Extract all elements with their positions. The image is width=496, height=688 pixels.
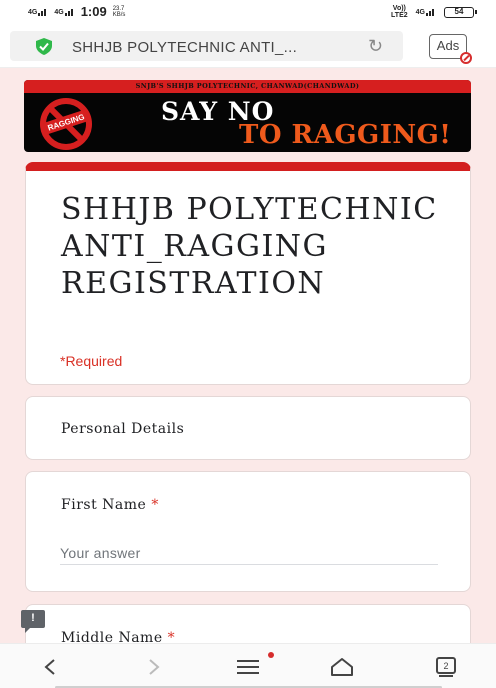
status-bar: 4G 4G 1:09 23.7 KB/s Vo)) LTE2 4G 54 [0, 0, 496, 26]
lte-label: LTE2 [391, 12, 408, 19]
secure-shield-icon [36, 38, 52, 55]
tabs-button[interactable]: 2 [431, 652, 461, 682]
browser-address-bar: SHHJB POLYTECHNIC ANTI_... ↻ Ads [0, 26, 496, 68]
forward-button[interactable] [139, 652, 169, 682]
status-right: Vo)) LTE2 4G 54 [391, 5, 477, 19]
network-speed: 23.7 KB/s [113, 6, 127, 18]
forward-arrow-icon [149, 659, 160, 675]
banner-headline-2: TO RAGGING! [239, 120, 452, 150]
back-button[interactable] [35, 652, 65, 682]
banner-college-name: SNJB'S SHHJB POLYTECHNIC, CHANWAD(CHANDW… [24, 80, 471, 93]
network-type-label: 4G [28, 8, 38, 16]
home-button[interactable] [327, 652, 357, 682]
signal-indicator-2: 4G [54, 8, 74, 16]
required-note: *Required [60, 353, 123, 369]
hamburger-menu-icon [237, 660, 259, 674]
question-label-text: First Name [61, 497, 147, 513]
block-icon [460, 52, 472, 64]
no-ragging-sign-icon: RAGGING [40, 98, 92, 150]
ads-label: Ads [436, 38, 460, 53]
clock: 1:09 [80, 4, 107, 19]
form-title-card: SHHJB POLYTECHNIC ANTI_RAGGING REGISTRAT… [25, 162, 471, 385]
signal-indicator-3: 4G [416, 8, 436, 16]
status-left: 4G 4G 1:09 23.7 KB/s [28, 4, 127, 19]
volte-indicator: Vo)) LTE2 [391, 5, 408, 19]
tabs-icon: 2 [436, 657, 456, 677]
reload-icon[interactable]: ↻ [368, 37, 383, 55]
home-icon [331, 658, 353, 676]
battery-level: 54 [454, 6, 464, 16]
section-title: Personal Details [61, 421, 185, 437]
menu-button[interactable] [233, 652, 274, 682]
volte-label: Vo)) [392, 5, 406, 12]
signal-bars-icon [426, 8, 436, 16]
network-type-label: 4G [415, 9, 425, 16]
signal-indicator-1: 4G [28, 8, 48, 16]
signal-bars-icon [64, 8, 75, 16]
back-arrow-icon [44, 659, 55, 675]
form-title: SHHJB POLYTECHNIC ANTI_RAGGING REGISTRAT… [61, 192, 438, 301]
question-first-name: First Name * [25, 471, 471, 592]
network-type-label: 4G [54, 8, 64, 16]
required-asterisk: * [151, 497, 159, 513]
question-label: First Name * [61, 497, 159, 513]
battery-icon: 54 [444, 6, 477, 18]
url-field[interactable]: SHHJB POLYTECHNIC ANTI_... ↻ [10, 31, 403, 61]
tabs-count: 2 [443, 661, 448, 671]
first-name-input[interactable] [60, 541, 438, 565]
report-abuse-icon[interactable]: ! [21, 610, 45, 633]
no-sign-text: RAGGING [47, 112, 86, 132]
ad-blocker-button[interactable]: Ads [429, 34, 472, 64]
signal-bars-icon [38, 8, 48, 16]
section-header-card: Personal Details [25, 396, 471, 460]
notification-dot [268, 652, 274, 658]
url-text[interactable]: SHHJB POLYTECHNIC ANTI_... [72, 39, 357, 56]
form-header-banner: SNJB'S SHHJB POLYTECHNIC, CHANWAD(CHANDW… [24, 80, 471, 152]
browser-bottom-nav: 2 [0, 643, 496, 688]
network-speed-unit: KB/s [112, 11, 126, 18]
